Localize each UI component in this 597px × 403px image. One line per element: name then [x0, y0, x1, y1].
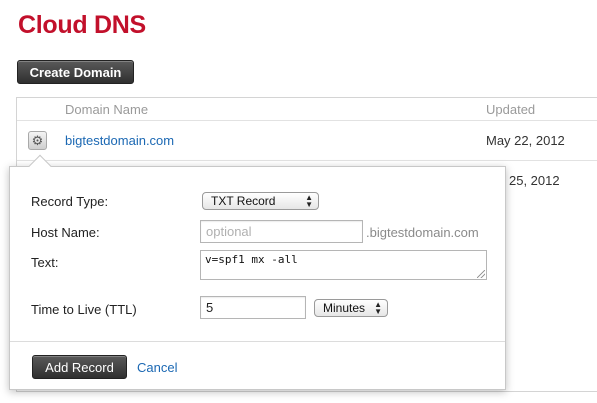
gear-icon[interactable]: ⚙: [28, 131, 47, 150]
host-name-suffix: .bigtestdomain.com: [366, 225, 479, 240]
text-textarea[interactable]: v=spf1 mx -all: [200, 250, 487, 280]
select-arrows-icon: ▲ ▼: [305, 193, 313, 209]
record-type-select[interactable]: TXT Record ▲ ▼: [202, 192, 319, 210]
updated-date: 25, 2012: [509, 173, 560, 188]
resize-grip-icon[interactable]: [477, 270, 485, 278]
ttl-unit-value: Minutes: [323, 301, 366, 315]
ttl-input[interactable]: 5: [200, 296, 306, 319]
cancel-link[interactable]: Cancel: [137, 360, 177, 375]
column-header-domain-name: Domain Name: [65, 102, 149, 117]
popover-footer: Add Record Cancel: [10, 341, 505, 389]
ttl-unit-select[interactable]: Minutes ▲ ▼: [314, 299, 388, 317]
text-value: v=spf1 mx -all: [205, 253, 298, 266]
host-name-input[interactable]: optional: [200, 220, 363, 243]
page-title: Cloud DNS: [18, 11, 146, 39]
record-type-value: TXT Record: [211, 194, 276, 208]
table-row: ⚙ bigtestdomain.com May 22, 2012: [17, 120, 597, 160]
ttl-label: Time to Live (TTL): [31, 302, 137, 317]
record-type-label: Record Type:: [31, 194, 109, 209]
text-label: Text:: [31, 255, 59, 270]
domain-link[interactable]: bigtestdomain.com: [65, 133, 174, 148]
host-name-placeholder: optional: [206, 224, 252, 239]
create-domain-button[interactable]: Create Domain: [17, 60, 134, 84]
updated-date: May 22, 2012: [486, 133, 565, 148]
select-arrows-icon: ▲ ▼: [374, 300, 382, 316]
add-record-button[interactable]: Add Record: [32, 355, 127, 379]
ttl-value: 5: [206, 300, 214, 315]
host-name-label: Host Name:: [31, 225, 100, 240]
column-header-updated: Updated: [486, 102, 536, 117]
add-record-popover: Record Type: TXT Record ▲ ▼ Host Name: op…: [9, 154, 506, 390]
